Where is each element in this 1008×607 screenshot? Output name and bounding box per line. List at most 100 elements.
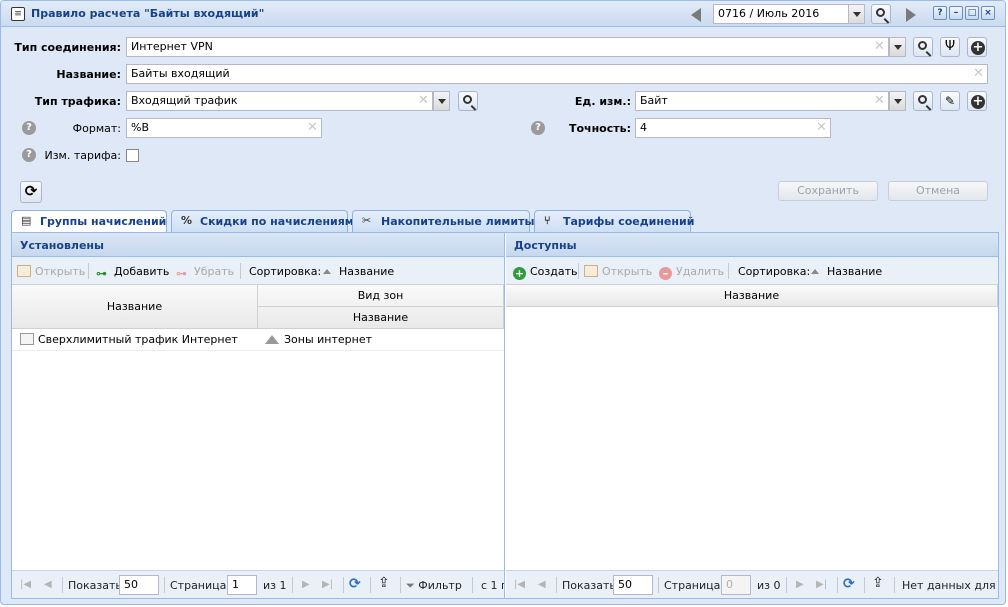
page-count-text: из 1 <box>263 579 287 592</box>
tab-cumulative-limits[interactable]: ✂ Накопительные лимиты <box>352 210 534 232</box>
export-icon[interactable]: ⇪ <box>872 575 884 591</box>
next-page-icon[interactable]: ▶ <box>302 579 314 591</box>
traffic-type-label: Тип трафика: <box>34 95 121 108</box>
available-sort-button[interactable]: Название <box>803 265 882 278</box>
clear-icon[interactable]: ✕ <box>418 94 429 108</box>
refresh-icon[interactable]: ⟳ <box>843 576 855 592</box>
row-name-cell: Сверхлимитный трафик Интернет <box>20 333 238 346</box>
connection-type-add-button[interactable]: + <box>967 37 987 57</box>
available-open-button[interactable]: Открыть <box>584 265 652 278</box>
installed-sort-button[interactable]: Название <box>315 265 394 278</box>
column-header-zone-name[interactable]: Название <box>258 307 504 329</box>
pager-divider <box>864 577 865 593</box>
clear-icon[interactable]: ✕ <box>874 94 885 108</box>
format-help-icon[interactable]: ? <box>22 121 36 135</box>
tab-charge-discounts[interactable]: % Скидки по начислениям <box>171 210 354 232</box>
unit-search-button[interactable] <box>913 91 933 111</box>
save-button[interactable]: Сохранить <box>778 181 878 201</box>
page-number-input[interactable]: 1 <box>227 575 257 595</box>
unit-add-button[interactable]: + <box>967 91 987 111</box>
tariff-change-help-icon[interactable]: ? <box>22 148 36 162</box>
toolbar-divider <box>728 263 729 279</box>
precision-help-icon[interactable]: ? <box>531 121 545 135</box>
traffic-type-value: Входящий трафик <box>131 94 238 107</box>
installed-remove-button[interactable]: ⊶ Убрать <box>176 265 234 280</box>
period-select[interactable]: 0716 / Июль 2016 <box>713 4 865 24</box>
export-icon[interactable]: ⇪ <box>378 575 390 591</box>
available-delete-button[interactable]: – Удалить <box>659 265 724 280</box>
refresh-button[interactable]: ⟳ <box>20 181 42 203</box>
traffic-type-dropdown-chevron-icon[interactable] <box>433 91 450 111</box>
rule-window: ≡ Правило расчета "Байты входящий" 0716 … <box>0 0 1006 605</box>
installed-grid-header: Название Вид зон Название <box>12 285 504 329</box>
period-search-button[interactable] <box>871 4 891 24</box>
first-page-icon[interactable]: |◀ <box>20 579 32 591</box>
traffic-type-search-button[interactable] <box>458 91 478 111</box>
installed-add-button[interactable]: ⊶ Добавить <box>96 265 169 280</box>
sort-ascending-icon <box>323 269 331 274</box>
toolbar-divider <box>578 263 579 279</box>
connection-tariffs-icon: ⑂ <box>544 214 551 227</box>
pager-divider <box>164 577 165 593</box>
format-value: %B <box>131 121 149 134</box>
name-field[interactable]: Байты входящий ✕ <box>126 64 988 84</box>
connection-type-search-button[interactable] <box>913 37 933 57</box>
window-title: Правило расчета "Байты входящий" <box>31 7 265 20</box>
first-page-icon[interactable]: |◀ <box>514 579 526 591</box>
precision-field[interactable]: 4 ✕ <box>635 118 831 138</box>
unit-edit-button[interactable]: ✎ <box>940 91 960 111</box>
unit-label: Ед. изм.: <box>574 95 631 108</box>
refresh-icon[interactable]: ⟳ <box>349 576 361 592</box>
available-panel-title: Доступны <box>506 233 998 257</box>
tariff-change-checkbox[interactable] <box>126 149 139 162</box>
installed-open-button[interactable]: Открыть <box>17 265 85 278</box>
traffic-type-field[interactable]: Входящий трафик ✕ <box>126 91 433 111</box>
tab-bar: ▤ Группы начислений % Скидки по начислен… <box>11 210 999 233</box>
clear-icon[interactable]: ✕ <box>973 67 984 81</box>
discount-icon: % <box>181 214 193 227</box>
minimize-tool-button[interactable]: – <box>949 6 963 20</box>
filter-button[interactable]: ⏷ Фильтр <box>406 579 462 593</box>
clear-icon[interactable]: ✕ <box>307 121 318 135</box>
tab-connection-tariffs[interactable]: ⑂ Тарифы соединений <box>534 210 694 232</box>
format-field[interactable]: %B ✕ <box>126 118 322 138</box>
column-header-name[interactable]: Название <box>12 285 258 329</box>
unit-field[interactable]: Байт ✕ <box>635 91 889 111</box>
previous-page-icon[interactable]: ◀ <box>538 579 550 591</box>
delete-circle-icon: – <box>659 267 672 280</box>
previous-page-icon[interactable]: ◀ <box>44 579 56 591</box>
tariff-change-label: Изм. тарифа: <box>44 149 121 162</box>
pencil-icon: ✎ <box>944 94 956 108</box>
clear-icon[interactable]: ✕ <box>874 40 885 54</box>
period-dropdown-chevron-icon[interactable] <box>848 5 864 23</box>
pager-divider <box>472 577 473 593</box>
cancel-button[interactable]: Отмена <box>888 181 988 201</box>
page-label: Страница <box>664 579 721 592</box>
next-period-arrow-icon[interactable] <box>903 6 919 22</box>
close-tool-button[interactable]: × <box>981 6 995 20</box>
connection-type-label: Тип соединения: <box>14 41 121 54</box>
tab-charge-groups[interactable]: ▤ Группы начислений <box>11 210 167 233</box>
table-row[interactable]: Сверхлимитный трафик Интернет Зоны интер… <box>12 329 504 351</box>
available-create-button[interactable]: + Создать <box>513 265 578 280</box>
previous-period-arrow-icon[interactable] <box>689 6 705 22</box>
last-page-icon[interactable]: ▶| <box>816 579 828 591</box>
connection-type-link-button[interactable]: Ψ <box>940 37 960 57</box>
last-page-icon[interactable]: ▶| <box>322 579 334 591</box>
pager-divider <box>292 577 293 593</box>
tab-label: Накопительные лимиты <box>381 215 535 228</box>
group-icon <box>20 333 34 345</box>
column-header-name[interactable]: Название <box>506 285 998 307</box>
page-number-input[interactable]: 0 <box>721 575 751 595</box>
connection-type-field[interactable]: Интернет VPN ✕ <box>126 37 889 57</box>
connection-type-dropdown-chevron-icon[interactable] <box>889 37 906 57</box>
unit-dropdown-chevron-icon[interactable] <box>889 91 906 111</box>
clear-icon[interactable]: ✕ <box>816 121 827 135</box>
help-tool-button[interactable]: ? <box>933 6 947 20</box>
next-page-icon[interactable]: ▶ <box>796 579 808 591</box>
connection-type-value: Интернет VPN <box>131 40 213 53</box>
page-size-input[interactable]: 50 <box>119 575 159 595</box>
page-size-input[interactable]: 50 <box>613 575 653 595</box>
column-group-zone-type: Вид зон <box>258 285 504 307</box>
maximize-tool-button[interactable]: □ <box>965 6 979 20</box>
